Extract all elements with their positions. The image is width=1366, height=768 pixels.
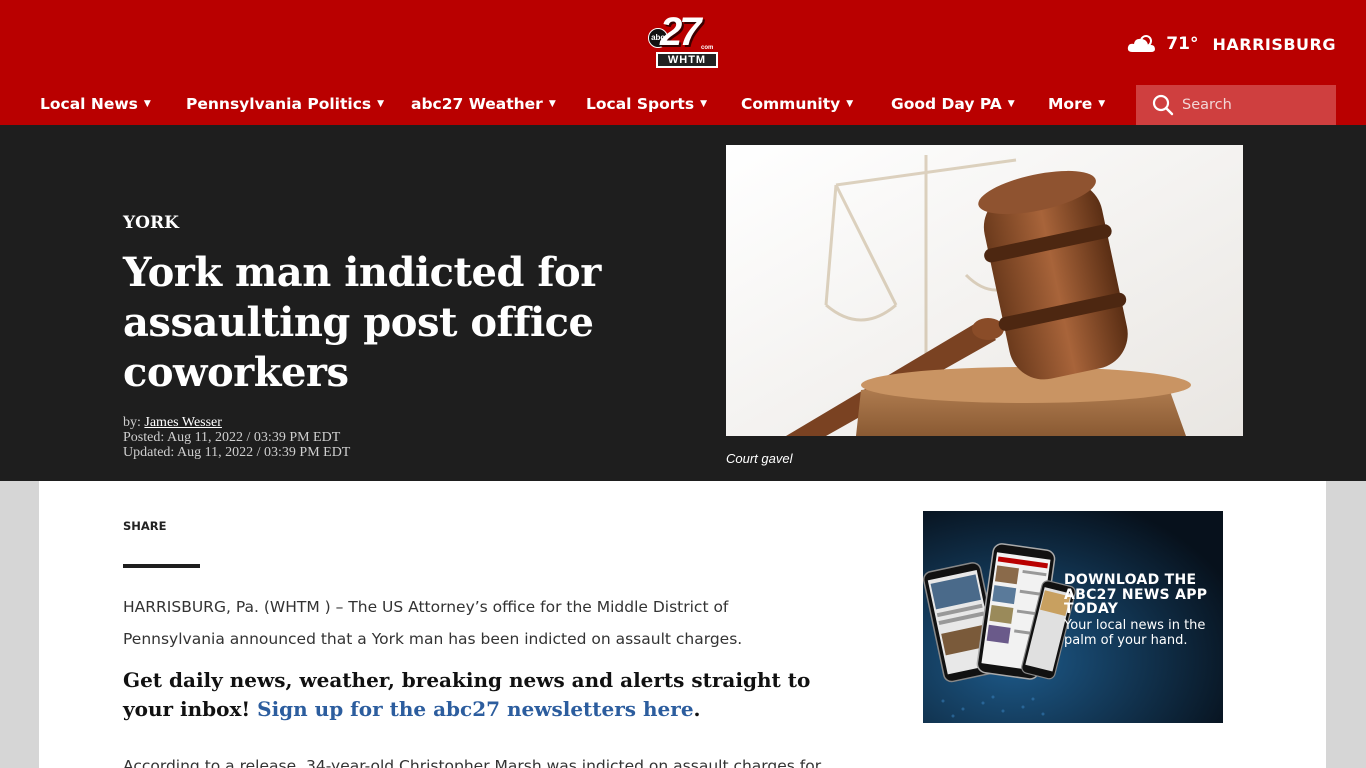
caret-down-icon: ▼ (548, 99, 556, 109)
nav-item-label: Local Sports (586, 95, 695, 113)
nav-item-good-day-pa[interactable]: Good Day PA ▼ (891, 95, 1015, 113)
search-icon[interactable] (1152, 94, 1174, 116)
search-input[interactable] (1182, 97, 1322, 113)
nav-item-pennsylvania-politics[interactable]: Pennsylvania Politics ▼ (186, 95, 384, 113)
article-hero: YORK York man indicted for assaulting po… (0, 125, 1366, 481)
caret-down-icon: ▼ (1098, 99, 1106, 109)
masthead: abc 27 com WHTM 71° HARRISBURG (0, 0, 1366, 85)
article-category[interactable]: YORK (123, 213, 179, 233)
weather-city: HARRISBURG (1212, 34, 1336, 54)
caret-down-icon: ▼ (846, 99, 854, 109)
nav-item-label: Community (741, 95, 841, 113)
ad-subtitle: Your local news in the palm of your hand… (1064, 618, 1206, 648)
article-image-gavel[interactable] (726, 145, 1243, 436)
caret-down-icon: ▼ (143, 99, 151, 109)
newsletter-promo: Get daily news, weather, breaking news a… (123, 666, 823, 724)
share-divider (123, 564, 200, 568)
nav-item-community[interactable]: Community ▼ (741, 95, 853, 113)
article-headline: York man indicted for assaulting post of… (123, 249, 601, 396)
main-nav: Local News ▼ Pennsylvania Politics ▼ abc… (0, 85, 1366, 125)
nav-item-label: More (1048, 95, 1093, 113)
nav-item-local-news[interactable]: Local News ▼ (40, 95, 151, 113)
ad-title: DOWNLOAD THE ABC27 NEWS APP TODAY (1064, 572, 1208, 617)
newsletter-signup-link[interactable]: Sign up for the abc27 newsletters here (257, 697, 693, 721)
caret-down-icon: ▼ (377, 99, 385, 109)
updated-date: Updated: Aug 11, 2022 / 03:39 PM EDT (123, 445, 351, 460)
search-box[interactable] (1136, 85, 1336, 125)
weather-temperature: 71° (1166, 34, 1199, 54)
newsletter-promo-end: . (693, 697, 701, 721)
nav-item-label: abc27 Weather (411, 95, 543, 113)
abc27-logo[interactable]: abc 27 com WHTM (648, 10, 718, 70)
phone-mockup-graphic (923, 511, 1223, 723)
nav-item-local-sports[interactable]: Local Sports ▼ (586, 95, 707, 113)
byline-author-line: by: James Wesser (123, 415, 350, 430)
article-byline: by: James Wesser Posted: Aug 11, 2022 / … (123, 415, 350, 460)
logo-domain: com (701, 45, 714, 51)
author-link[interactable]: James Wesser (144, 415, 222, 430)
gavel-illustration (726, 145, 1243, 436)
logo-number: 27 (660, 10, 701, 54)
caret-down-icon: ▼ (700, 99, 707, 109)
nav-item-abc27-weather[interactable]: abc27 Weather ▼ (411, 95, 556, 113)
caret-down-icon: ▼ (1007, 99, 1015, 109)
posted-date: Posted: Aug 11, 2022 / 03:39 PM EDT (123, 430, 341, 445)
weather-widget[interactable]: 71° HARRISBURG (1126, 32, 1336, 56)
nav-item-label: Good Day PA (891, 95, 1002, 113)
cloud-sun-icon (1128, 35, 1156, 52)
logo-call-letters: WHTM (656, 52, 718, 68)
nav-item-more[interactable]: More ▼ (1048, 95, 1105, 113)
nav-item-label: Pennsylvania Politics (186, 95, 372, 113)
article-body: SHARE HARRISBURG, Pa. (WHTM ) – The US A… (39, 481, 1326, 768)
byline-prefix: by: (123, 415, 145, 430)
article-lede: HARRISBURG, Pa. (WHTM ) – The US Attorne… (123, 598, 743, 648)
app-download-ad[interactable]: DOWNLOAD THE ABC27 NEWS APP TODAY Your l… (923, 511, 1223, 723)
nav-item-label: Local News (40, 95, 138, 113)
share-label: SHARE (123, 519, 167, 533)
image-caption: Court gavel (726, 451, 793, 466)
article-paragraph: According to a release, 34-year-old Chri… (123, 757, 822, 768)
